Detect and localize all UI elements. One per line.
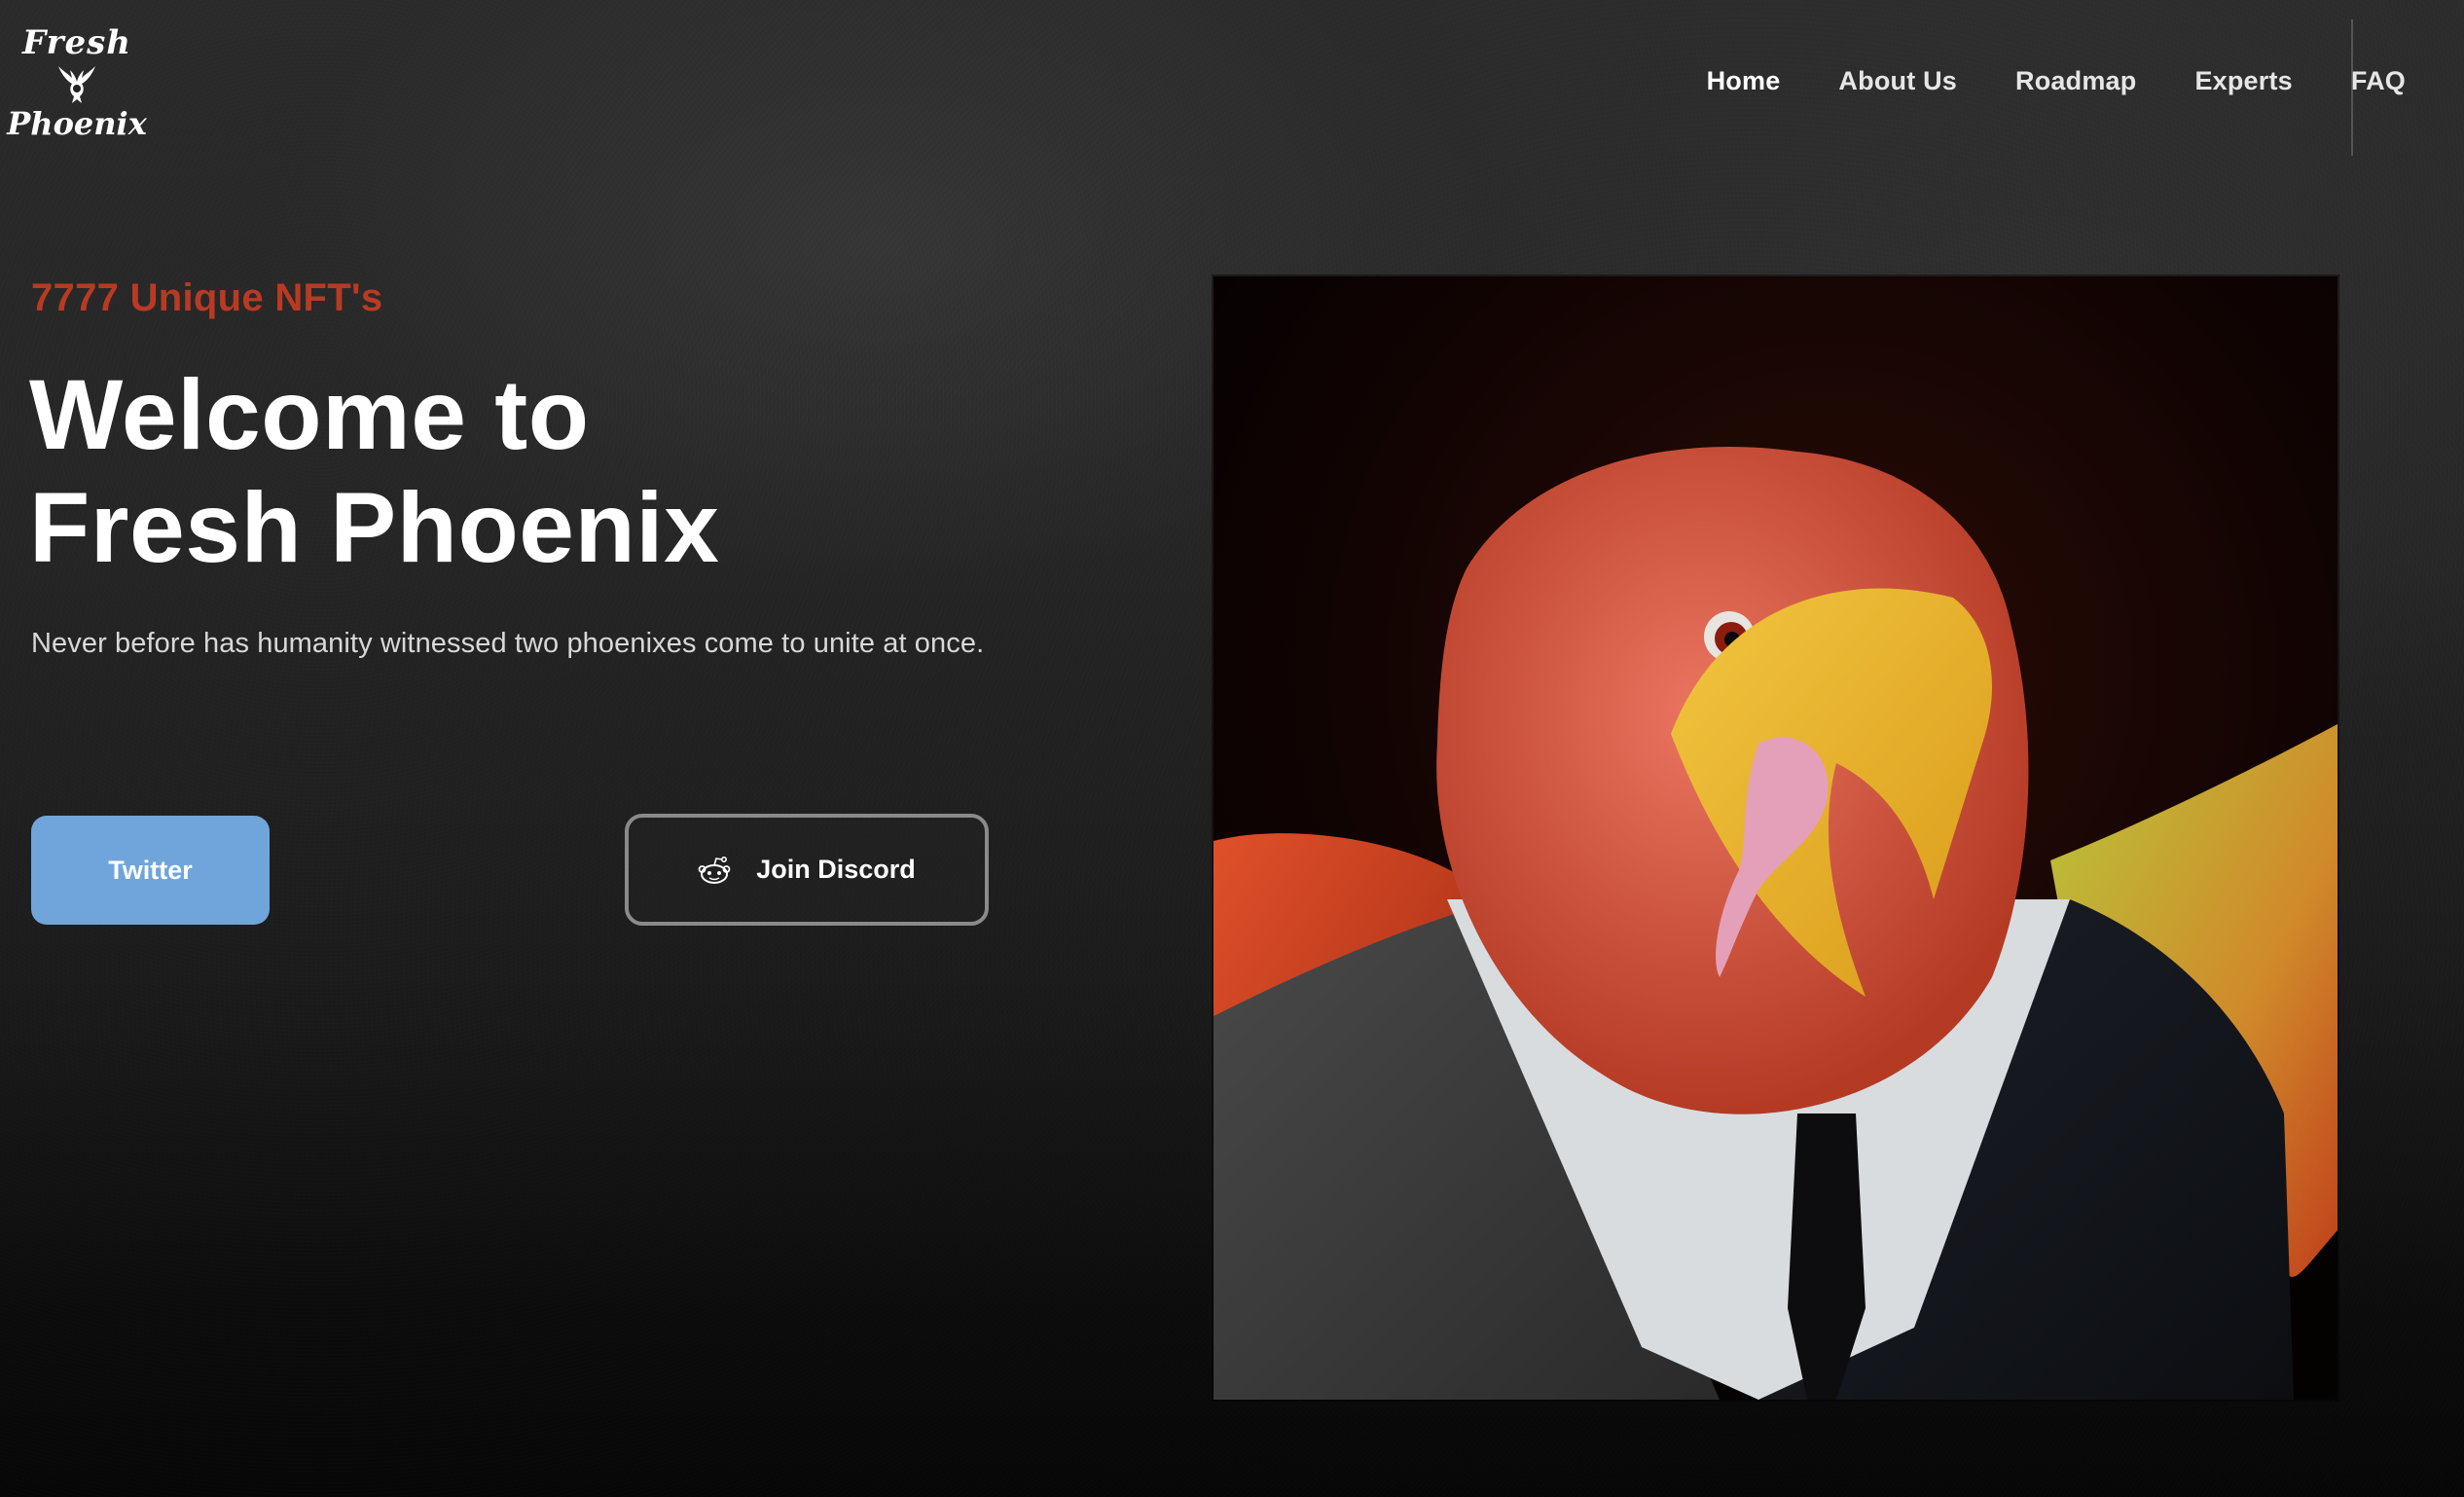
brand-logo[interactable]: Fresh Phoenix xyxy=(7,23,147,152)
twitter-button[interactable]: Twitter xyxy=(31,816,270,925)
hero-nft-image xyxy=(1214,276,2337,1400)
join-discord-button-label: Join Discord xyxy=(756,855,916,884)
hero-headline: Welcome to Fresh Phoenix xyxy=(29,358,719,584)
main-nav: Home About Us Roadmap Experts FAQ xyxy=(1649,66,2406,96)
nav-divider xyxy=(2351,19,2353,156)
nav-item-about-us[interactable]: About Us xyxy=(1838,66,1957,96)
join-discord-button[interactable]: Join Discord xyxy=(625,814,989,926)
hero-headline-line1: Welcome to xyxy=(29,359,590,470)
logo-text-fresh: Fresh xyxy=(22,23,131,62)
logo-text-phoenix: Phoenix xyxy=(7,105,147,142)
nav-item-roadmap[interactable]: Roadmap xyxy=(2015,66,2136,96)
nav-item-faq[interactable]: FAQ xyxy=(2351,66,2406,96)
twitter-button-label: Twitter xyxy=(108,855,193,885)
hero-eyebrow: 7777 Unique NFT's xyxy=(31,276,383,319)
phoenix-character-illustration xyxy=(1214,276,2337,1400)
nav-item-home[interactable]: Home xyxy=(1707,66,1781,96)
hero-subtitle: Never before has humanity witnessed two … xyxy=(31,628,985,659)
reddit-alien-icon xyxy=(698,856,731,884)
phoenix-emblem-icon xyxy=(58,66,95,103)
hero-headline-line2: Fresh Phoenix xyxy=(29,472,720,583)
nav-item-experts[interactable]: Experts xyxy=(2194,66,2292,96)
